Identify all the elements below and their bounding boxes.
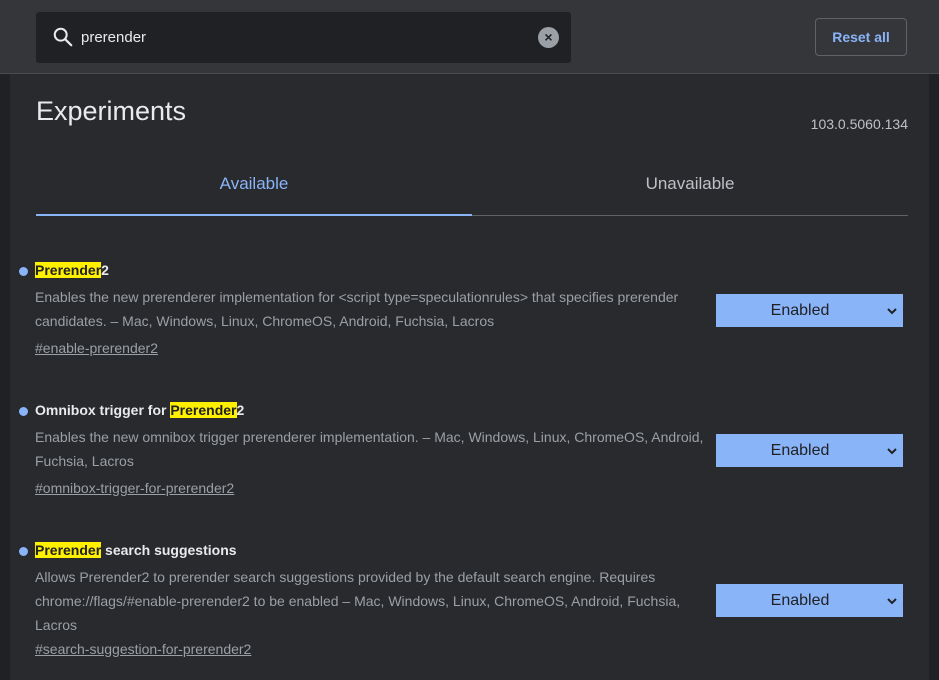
experiment-link[interactable]: #omnibox-trigger-for-prerender2 [35,480,234,496]
unread-dot [19,267,28,276]
title-suffix: 2 [101,262,109,278]
tab-unavailable[interactable]: Unavailable [472,174,908,194]
search-icon [53,27,73,47]
tab-available[interactable]: Available [36,174,472,194]
tab-divider [472,215,908,216]
search-highlight: Prerender [35,262,102,278]
search-highlight: Prerender [170,402,237,418]
version-label: 103.0.5060.134 [810,116,908,132]
top-bar: × Reset all [0,0,939,74]
experiment-title: Prerender2 [35,262,109,278]
reset-all-button[interactable]: Reset all [815,18,907,56]
state-select-value: Enabled [770,442,830,459]
experiment-link[interactable]: #enable-prerender2 [35,340,158,356]
search-highlight: Prerender [35,542,102,558]
experiment-description: Enables the new omnibox trigger prerende… [35,429,704,469]
page-title: Experiments [36,96,187,126]
tab-active-indicator [36,214,472,216]
chevron-down-icon [887,598,897,605]
unread-dot [19,407,28,416]
experiment-title: Prerender search suggestions [35,542,237,558]
state-select-value: Enabled [770,592,830,609]
state-select[interactable]: Enabled [716,584,903,617]
title-suffix: 2 [236,402,245,418]
experiment-link[interactable]: #search-suggestion-for-prerender2 [35,641,251,657]
clear-icon[interactable]: × [538,27,559,48]
experiment-description: Enables the new prerenderer implementati… [35,289,679,329]
search-input[interactable] [81,24,521,50]
state-select[interactable]: Enabled [716,434,903,467]
chevron-down-icon [887,448,897,455]
chevron-down-icon [887,308,897,315]
experiment-title: Omnibox trigger for Prerender2 [35,402,244,418]
state-select[interactable]: Enabled [716,294,903,327]
unread-dot [19,547,28,556]
state-select-value: Enabled [770,302,830,319]
search-box[interactable]: × [36,12,571,63]
experiment-description: Allows Prerender2 to prerender search su… [35,569,681,633]
title-suffix: search suggestions [101,542,237,558]
title-prefix: Omnibox trigger for [35,402,171,418]
